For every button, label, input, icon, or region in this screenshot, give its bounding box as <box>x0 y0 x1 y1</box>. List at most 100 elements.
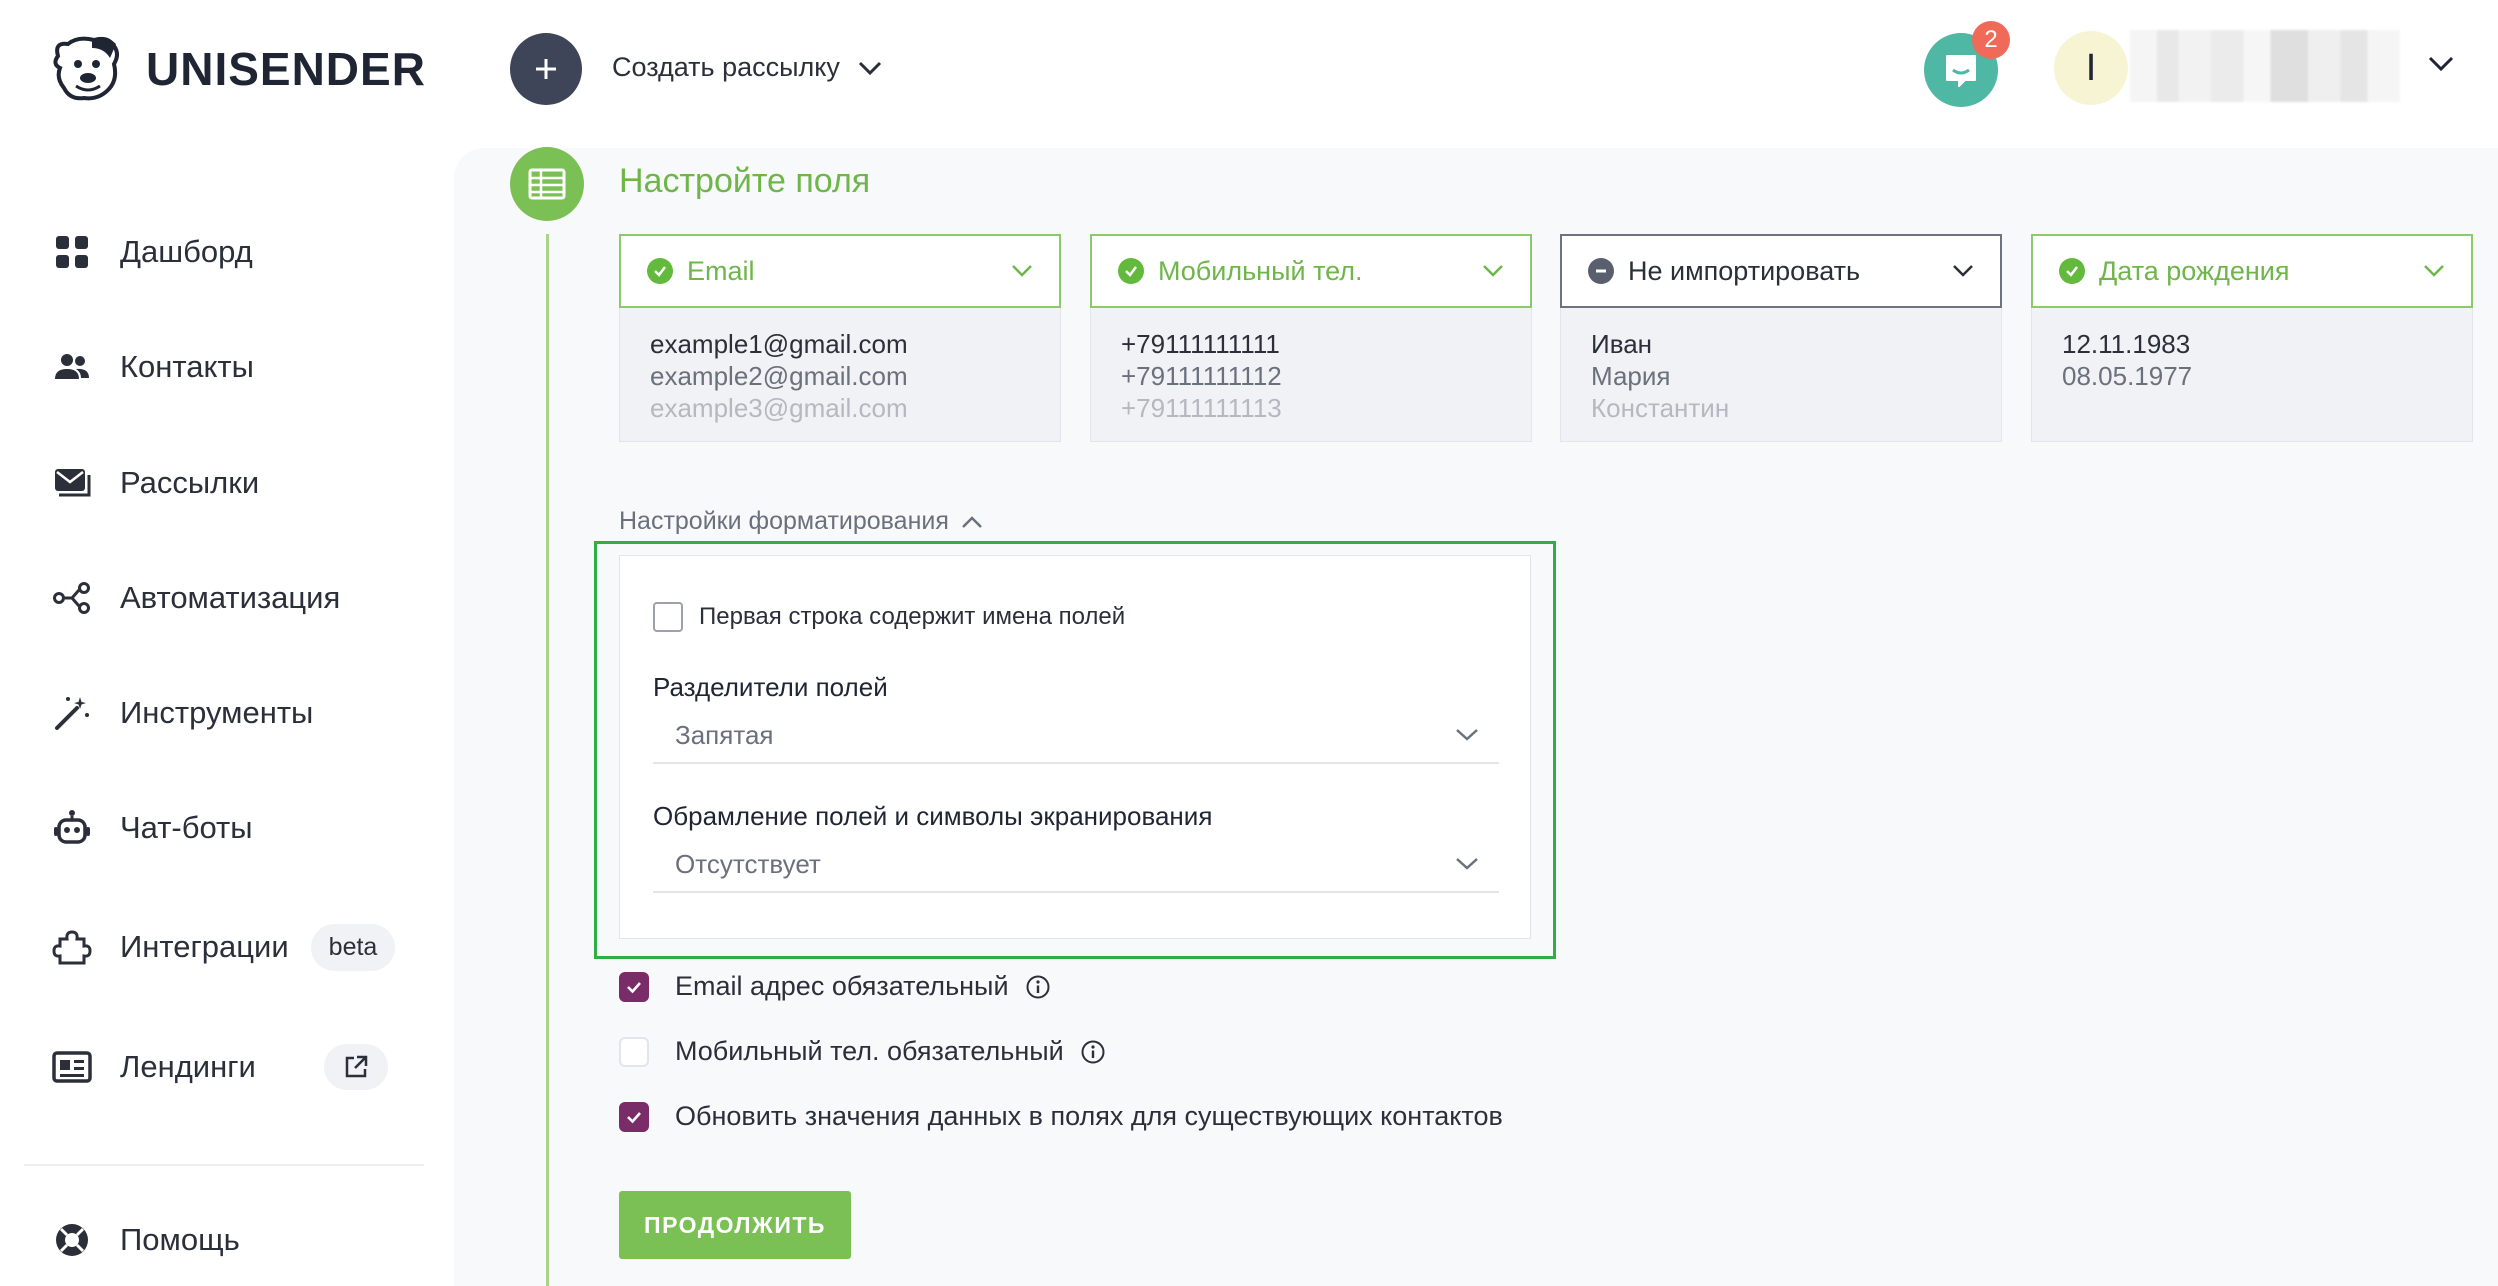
quote-value: Отсутствует <box>675 848 821 879</box>
external-link-icon[interactable] <box>323 1044 388 1090</box>
user-name-blurred[interactable] <box>2130 30 2400 102</box>
field-column-skip: Не импортировать Иван Мария Константин <box>1560 234 2002 442</box>
separator-select[interactable]: Запятая <box>653 708 1499 764</box>
field-column-birthday: Дата рождения 12.11.1983 08.05.1977 <box>2031 234 2473 442</box>
sidebar-item-label: Автоматизация <box>120 580 341 615</box>
continue-button[interactable]: ПРОДОЛЖИТЬ <box>619 1191 851 1259</box>
avatar[interactable]: I <box>2054 31 2128 105</box>
formatting-settings-toggle[interactable]: Настройки форматирования <box>619 507 983 536</box>
field-type-label: Email <box>687 255 755 286</box>
field-type-label: Не импортировать <box>1628 255 1861 286</box>
field-sample-values: example1@gmail.com example2@gmail.com ex… <box>619 308 1061 442</box>
step-title: Настройте поля <box>619 162 871 200</box>
notification-count-badge: 2 <box>1972 21 2010 59</box>
chevron-up-icon <box>962 515 982 528</box>
sample-value: +79111111113 <box>1121 393 1282 423</box>
sidebar-item-dashboard[interactable]: Дашборд <box>48 222 253 282</box>
chevron-down-icon[interactable] <box>2428 54 2454 72</box>
sidebar-item-help[interactable]: Помощь <box>48 1210 240 1270</box>
info-icon[interactable] <box>1080 1039 1106 1065</box>
field-type-label: Мобильный тел. <box>1158 255 1363 286</box>
email-required-option[interactable]: Email адрес обязательный <box>619 971 1051 1002</box>
chevron-down-icon <box>2424 265 2444 277</box>
chevron-down-icon <box>1456 729 1478 741</box>
checkbox[interactable] <box>653 602 683 632</box>
option-label: Мобильный тел. обязательный <box>675 1036 1064 1066</box>
sidebar-item-label: Дашборд <box>120 234 253 269</box>
robot-icon <box>48 804 96 852</box>
sample-value: Иван <box>1591 329 1653 359</box>
sample-value: 12.11.1983 <box>2062 329 2191 359</box>
check-circle-icon <box>2059 258 2085 284</box>
sample-value: +79111111112 <box>1121 361 1282 391</box>
sidebar-item-label: Помощь <box>120 1222 240 1257</box>
sidebar-item-automation[interactable]: Автоматизация <box>48 568 340 628</box>
sample-value: Константин <box>1591 393 1730 423</box>
option-label: Обновить значения данных в полях для сущ… <box>675 1101 1503 1131</box>
brand-logo[interactable]: UNISENDER <box>48 34 426 104</box>
chevron-down-icon <box>1483 265 1503 277</box>
sample-value: example1@gmail.com <box>650 329 908 359</box>
sidebar-item-mailings[interactable]: Рассылки <box>48 453 259 513</box>
update-existing-option[interactable]: Обновить значения данных в полях для сущ… <box>619 1101 1503 1132</box>
field-type-select[interactable]: Дата рождения <box>2031 234 2473 308</box>
sidebar-item-label: Лендинги <box>120 1049 256 1084</box>
brand-name: UNISENDER <box>146 43 426 95</box>
chevron-down-icon <box>1012 265 1032 277</box>
checkbox-checked[interactable] <box>619 971 649 1002</box>
contacts-icon <box>48 343 96 391</box>
sample-value: example3@gmail.com <box>650 393 908 423</box>
checkbox-checked[interactable] <box>619 1101 649 1132</box>
create-campaign-dropdown[interactable]: Создать рассылку <box>612 52 882 83</box>
chevron-down-icon <box>858 61 881 75</box>
check-circle-icon <box>1118 258 1144 284</box>
field-column-phone: Мобильный тел. +79111111111 +79111111112… <box>1090 234 1532 442</box>
sample-value: example2@gmail.com <box>650 361 908 391</box>
step-progress-line <box>546 234 549 1286</box>
sidebar-item-label: Интеграции <box>120 929 289 964</box>
separator-label: Разделители полей <box>653 672 888 702</box>
help-icon <box>48 1216 96 1264</box>
dog-logo-icon <box>53 36 119 101</box>
info-icon[interactable] <box>1025 974 1051 1000</box>
separator-value: Запятая <box>675 719 774 750</box>
chevron-down-icon <box>1456 858 1478 870</box>
automation-icon <box>48 574 96 622</box>
beta-badge: beta <box>310 923 396 971</box>
formatting-settings-label: Настройки форматирования <box>619 507 949 535</box>
field-sample-values: 12.11.1983 08.05.1977 <box>2031 308 2473 442</box>
create-campaign-button[interactable] <box>510 33 582 105</box>
first-row-headers-checkbox[interactable]: Первая строка содержит имена полей <box>653 602 1125 632</box>
field-type-label: Дата рождения <box>2099 255 2290 286</box>
field-sample-values: +79111111111 +79111111112 +79111111113 <box>1090 308 1532 442</box>
sample-value: Мария <box>1591 361 1671 391</box>
checkbox-unchecked[interactable] <box>619 1036 649 1067</box>
dashboard-icon <box>48 228 96 276</box>
sidebar-item-label: Чат-боты <box>120 810 253 845</box>
minus-circle-icon <box>1588 258 1614 284</box>
table-icon <box>510 147 584 221</box>
sidebar-item-label: Рассылки <box>120 465 260 500</box>
mail-icon <box>48 459 96 507</box>
sidebar-item-landings[interactable]: Лендинги <box>48 1037 388 1097</box>
landing-icon <box>48 1043 96 1091</box>
field-type-select[interactable]: Не импортировать <box>1560 234 2002 308</box>
puzzle-icon <box>48 923 96 971</box>
phone-required-option[interactable]: Мобильный тел. обязательный <box>619 1036 1106 1067</box>
quote-select[interactable]: Отсутствует <box>653 837 1499 893</box>
sidebar-item-chatbots[interactable]: Чат-боты <box>48 798 253 858</box>
field-sample-values: Иван Мария Константин <box>1560 308 2002 442</box>
create-campaign-label: Создать рассылку <box>612 52 840 82</box>
field-column-email: Email example1@gmail.com example2@gmail.… <box>619 234 1061 442</box>
field-type-select[interactable]: Email <box>619 234 1061 308</box>
sidebar-item-integrations[interactable]: Интеграции beta <box>48 917 396 977</box>
chat-icon <box>1946 55 1976 87</box>
plus-icon <box>536 59 556 79</box>
magic-wand-icon <box>48 689 96 737</box>
sidebar-item-tools[interactable]: Инструменты <box>48 683 313 743</box>
check-circle-icon <box>647 258 673 284</box>
sidebar-item-contacts[interactable]: Контакты <box>48 337 254 397</box>
chevron-down-icon <box>1953 265 1973 277</box>
sample-value: +79111111111 <box>1121 329 1280 359</box>
field-type-select[interactable]: Мобильный тел. <box>1090 234 1532 308</box>
